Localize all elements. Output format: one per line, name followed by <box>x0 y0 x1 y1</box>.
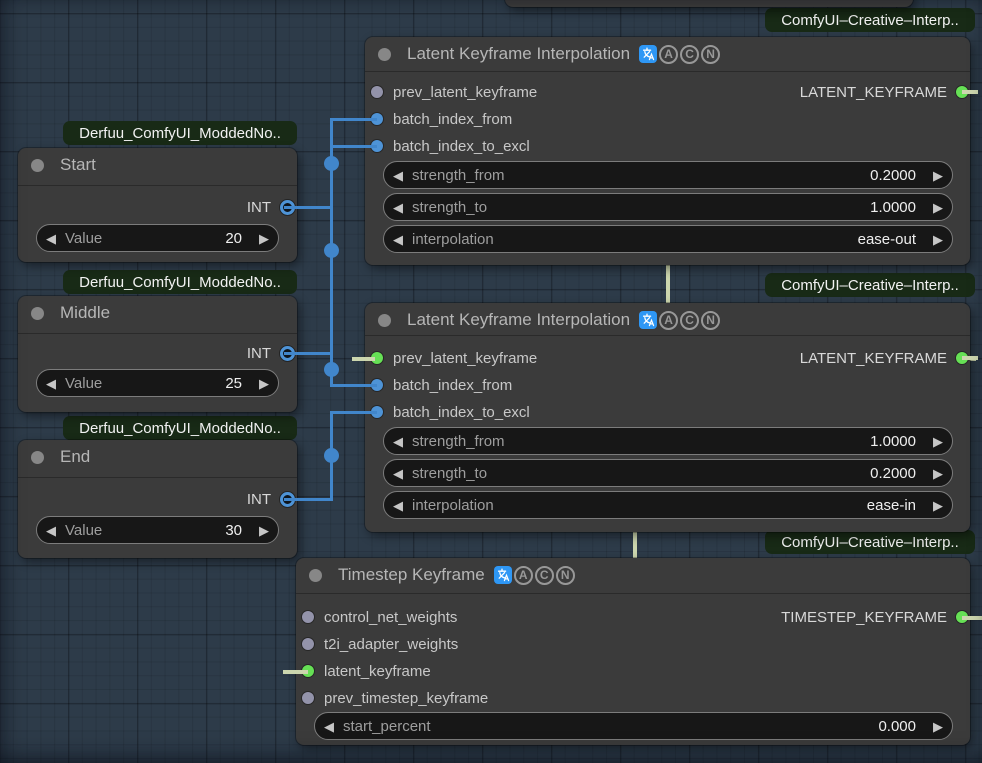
value-widget[interactable]: ◀ Value 30 ▶ <box>36 516 279 544</box>
interpolation-widget[interactable]: ◀ interpolation ease-out ▶ <box>383 225 953 253</box>
collapse-dot[interactable] <box>309 568 322 582</box>
strength-from-widget[interactable]: ◀ strength_from 1.0000 ▶ <box>383 427 953 455</box>
collapse-dot[interactable] <box>31 450 44 464</box>
input-slot-t2i-adapter-weights: t2i_adapter_weights <box>302 632 458 656</box>
node-title: Latent Keyframe Interpolation <box>407 310 631 329</box>
value-widget[interactable]: ◀ Value 25 ▶ <box>36 369 279 397</box>
collapse-dot[interactable] <box>31 306 44 320</box>
decrement-arrow-icon[interactable]: ◀ <box>46 524 56 537</box>
decrement-arrow-icon[interactable]: ◀ <box>46 232 56 245</box>
input-slot-prev-latent-keyframe: prev_latent_keyframe <box>371 346 537 370</box>
increment-arrow-icon[interactable]: ▶ <box>259 232 269 245</box>
node-graph-canvas[interactable]: ComfyUI–Creative–Interp.. ComfyUI–Creati… <box>0 0 982 763</box>
badge-letter-c-icon: C <box>534 565 554 585</box>
badge-letter-n-icon: N <box>555 565 575 585</box>
node-start[interactable]: Start INT ◀ Value 20 ▶ <box>18 148 310 262</box>
decrement-arrow-icon[interactable]: ◀ <box>46 377 56 390</box>
node-title: Middle <box>60 303 111 322</box>
badge-letter-n-icon: N <box>701 44 721 64</box>
link-midpoint-dot[interactable] <box>323 447 339 463</box>
node-title: Timestep Keyframe <box>338 565 485 584</box>
node-latent-keyframe-interpolation-1[interactable]: Latent Keyframe Interpolation A C N prev… <box>353 37 978 265</box>
collapse-dot[interactable] <box>31 158 44 172</box>
collapse-dot[interactable] <box>378 47 391 61</box>
pack-badge: ComfyUI–Creative–Interp.. <box>765 273 975 297</box>
link-midpoint-dot[interactable] <box>323 242 339 258</box>
start-percent-widget[interactable]: ◀ start_percent 0.000 ▶ <box>314 712 953 740</box>
increment-arrow-icon[interactable]: ▶ <box>933 169 943 182</box>
link-midpoint-dot[interactable] <box>323 361 339 377</box>
strength-from-widget[interactable]: ◀ strength_from 0.2000 ▶ <box>383 161 953 189</box>
interpolation-widget[interactable]: ◀ interpolation ease-in ▶ <box>383 491 953 519</box>
decrement-arrow-icon[interactable]: ◀ <box>393 169 403 182</box>
input-slot-batch-index-from: batch_index_from <box>371 373 512 397</box>
node-title-bar[interactable]: Latent Keyframe Interpolation A C N <box>365 303 970 337</box>
translate-badge-icon <box>639 311 658 329</box>
decrement-arrow-icon[interactable]: ◀ <box>393 435 403 448</box>
badge-letter-n-icon: N <box>701 310 721 330</box>
strength-to-widget[interactable]: ◀ strength_to 1.0000 ▶ <box>383 193 953 221</box>
increment-arrow-icon[interactable]: ▶ <box>933 201 943 214</box>
decrement-arrow-icon[interactable]: ◀ <box>393 201 403 214</box>
input-port-prev-timestep-keyframe[interactable] <box>302 692 314 704</box>
pack-badge: ComfyUI–Creative–Interp.. <box>765 8 975 32</box>
increment-arrow-icon[interactable]: ▶ <box>933 233 943 246</box>
translate-badge-icon <box>639 45 658 63</box>
increment-arrow-icon[interactable]: ▶ <box>933 467 943 480</box>
decrement-arrow-icon[interactable]: ◀ <box>324 720 334 733</box>
translate-badge-icon <box>493 566 512 584</box>
node-title-bar[interactable]: End <box>18 440 297 474</box>
increment-arrow-icon[interactable]: ▶ <box>933 499 943 512</box>
badge-letter-a-icon: A <box>513 565 533 585</box>
decrement-arrow-icon[interactable]: ◀ <box>393 467 403 480</box>
increment-arrow-icon[interactable]: ▶ <box>933 720 943 733</box>
input-port-t2i-adapter-weights[interactable] <box>302 638 314 650</box>
badge-letter-a-icon: A <box>659 44 679 64</box>
node-title: End <box>60 447 91 466</box>
input-port-prev-latent-keyframe[interactable] <box>371 86 383 98</box>
pack-badge: Derfuu_ComfyUI_ModdedNo.. <box>63 416 297 440</box>
input-port-control-net-weights[interactable] <box>302 611 314 623</box>
link-midpoint-dot[interactable] <box>323 155 339 171</box>
output-slot-timestep-keyframe: TIMESTEP_KEYFRAME <box>781 605 968 629</box>
node-title: Start <box>60 155 96 174</box>
increment-arrow-icon[interactable]: ▶ <box>933 435 943 448</box>
badge-letter-c-icon: C <box>680 44 700 64</box>
input-slot-prev-timestep-keyframe: prev_timestep_keyframe <box>302 686 488 710</box>
output-slot-latent-keyframe: LATENT_KEYFRAME <box>800 80 968 104</box>
value-widget[interactable]: ◀ Value 20 ▶ <box>36 224 279 252</box>
node-title-bar[interactable]: Middle <box>18 296 297 330</box>
pack-badge: ComfyUI–Creative–Interp.. <box>765 530 975 554</box>
decrement-arrow-icon[interactable]: ◀ <box>393 499 403 512</box>
input-slot-batch-index-to-excl: batch_index_to_excl <box>371 134 530 158</box>
badge-letter-c-icon: C <box>680 310 700 330</box>
node-latent-keyframe-interpolation-2[interactable]: Latent Keyframe Interpolation A C N prev… <box>352 303 978 532</box>
input-slot-batch-index-to-excl: batch_index_to_excl <box>371 400 530 424</box>
node-title: Latent Keyframe Interpolation <box>407 44 631 63</box>
node-title-bar[interactable]: Start <box>18 148 297 182</box>
collapse-dot[interactable] <box>378 313 391 327</box>
node-end[interactable]: End INT ◀ Value 30 ▶ <box>18 440 310 558</box>
input-slot-latent-keyframe: latent_keyframe <box>302 659 431 683</box>
input-slot-batch-index-from: batch_index_from <box>371 107 512 131</box>
input-slot-control-net-weights: control_net_weights <box>302 605 457 629</box>
node-middle[interactable]: Middle INT ◀ Value 25 ▶ <box>18 296 310 412</box>
pack-badge: Derfuu_ComfyUI_ModdedNo.. <box>63 121 297 145</box>
node-title-bar[interactable]: Latent Keyframe Interpolation A C N <box>365 37 970 71</box>
output-slot-latent-keyframe: LATENT_KEYFRAME <box>800 346 968 370</box>
increment-arrow-icon[interactable]: ▶ <box>259 524 269 537</box>
badge-letter-a-icon: A <box>659 310 679 330</box>
node-timestep-keyframe[interactable]: Timestep Keyframe A C N control_net_weig… <box>283 558 982 745</box>
offscreen-node-bottom-edge[interactable] <box>505 0 913 7</box>
strength-to-widget[interactable]: ◀ strength_to 0.2000 ▶ <box>383 459 953 487</box>
decrement-arrow-icon[interactable]: ◀ <box>393 233 403 246</box>
input-slot-prev-latent-keyframe: prev_latent_keyframe <box>371 80 537 104</box>
pack-badge: Derfuu_ComfyUI_ModdedNo.. <box>63 270 297 294</box>
node-title-bar[interactable]: Timestep Keyframe A C N <box>296 558 970 592</box>
increment-arrow-icon[interactable]: ▶ <box>259 377 269 390</box>
